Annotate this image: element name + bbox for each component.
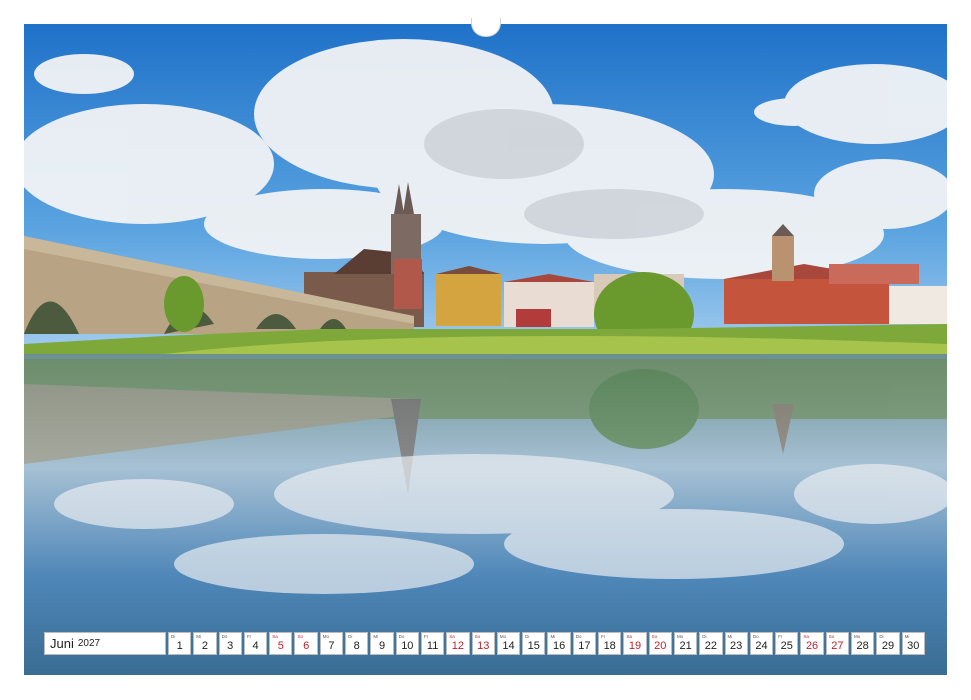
calendar-day: Mo 21 bbox=[673, 632, 698, 655]
weekday-abbr: Sa bbox=[626, 634, 632, 639]
weekday-abbr: Do bbox=[221, 634, 228, 639]
weekday-abbr: Sa bbox=[803, 634, 809, 639]
day-number: 29 bbox=[881, 640, 895, 652]
weekday-abbr: Do bbox=[398, 634, 405, 639]
day-number: 15 bbox=[527, 640, 540, 652]
calendar-day: Mo 14 bbox=[496, 632, 521, 655]
day-number: 2 bbox=[201, 640, 208, 652]
weekday-abbr: Do bbox=[575, 634, 582, 639]
calendar-day: So 27 bbox=[825, 632, 850, 655]
weekday-abbr: Mi bbox=[904, 634, 910, 639]
weekday-abbr: Fr bbox=[246, 634, 252, 639]
calendar-day: Fr 4 bbox=[243, 632, 268, 655]
day-number: 10 bbox=[401, 640, 414, 652]
day-number: 22 bbox=[704, 640, 717, 652]
calendar-day: Mo 28 bbox=[851, 632, 875, 655]
calendar-day: Di 29 bbox=[876, 632, 900, 655]
day-number: 12 bbox=[451, 640, 465, 652]
weekday-abbr: Di bbox=[171, 634, 176, 639]
weekday-abbr: Mi bbox=[550, 634, 556, 639]
day-number: 20 bbox=[654, 640, 667, 652]
calendar-day: Mi 16 bbox=[547, 632, 571, 655]
day-number: 7 bbox=[328, 640, 335, 652]
river-town-scene bbox=[24, 24, 947, 675]
day-number: 24 bbox=[755, 640, 768, 652]
calendar-day: Di 15 bbox=[522, 632, 546, 655]
calendar-day: So 6 bbox=[294, 632, 318, 655]
day-number: 9 bbox=[378, 640, 386, 652]
calendar-day: So 13 bbox=[471, 632, 495, 655]
day-number: 26 bbox=[805, 640, 819, 652]
calendar-day: Sa 26 bbox=[800, 632, 824, 655]
calendar-day: Do 3 bbox=[218, 632, 242, 655]
day-number: 13 bbox=[477, 640, 490, 652]
day-number: 25 bbox=[780, 640, 793, 652]
calendar-day: Do 17 bbox=[572, 632, 597, 655]
calendar-day: Mi 30 bbox=[901, 632, 925, 655]
weekday-abbr: Di bbox=[348, 634, 353, 639]
weekday-abbr: Mo bbox=[499, 634, 507, 639]
day-number: 4 bbox=[252, 640, 259, 652]
calendar-day: Do 10 bbox=[395, 632, 419, 655]
calendar-day: Sa 12 bbox=[446, 632, 470, 655]
calendar-day: Mi 9 bbox=[370, 632, 394, 655]
calendar-day: Fr 25 bbox=[775, 632, 799, 655]
calendar-day: Mi 2 bbox=[193, 632, 217, 655]
day-number: 6 bbox=[303, 640, 310, 652]
weekday-abbr: Fr bbox=[601, 634, 606, 639]
day-number: 11 bbox=[426, 640, 439, 652]
day-number: 1 bbox=[176, 640, 183, 652]
year-label: 2027 bbox=[77, 638, 101, 649]
day-number: 21 bbox=[679, 640, 692, 652]
month-label-box: Juni 2027 bbox=[44, 632, 166, 655]
weekday-abbr: Fr bbox=[778, 634, 783, 639]
weekday-abbr: Sa bbox=[272, 634, 278, 639]
weekday-abbr: So bbox=[828, 634, 835, 639]
day-number: 16 bbox=[552, 640, 566, 652]
weekday-abbr: Sa bbox=[449, 634, 455, 639]
weekday-abbr: Mo bbox=[322, 634, 330, 639]
weekday-abbr: Mi bbox=[373, 634, 379, 639]
weekday-abbr: So bbox=[651, 634, 658, 639]
day-number: 3 bbox=[227, 640, 234, 652]
day-number: 8 bbox=[353, 640, 360, 652]
calendar-day: Mi 23 bbox=[724, 632, 748, 655]
calendar-day: So 20 bbox=[648, 632, 672, 655]
weekday-abbr: Mo bbox=[676, 634, 684, 639]
calendar-strip: Juni 2027 Di 1 Mi 2 Do 3 Fr 4 Sa 5 So 6 Mo 7 Di 8 Mi 9 Do 1… bbox=[44, 632, 925, 655]
calendar-day: Di 22 bbox=[699, 632, 723, 655]
calendar-photo bbox=[24, 24, 947, 675]
calendar-day: Fr 11 bbox=[420, 632, 445, 655]
calendar-day: Di 8 bbox=[345, 632, 369, 655]
calendar-day: Fr 18 bbox=[598, 632, 622, 655]
calendar-day: Sa 19 bbox=[623, 632, 647, 655]
day-number: 19 bbox=[628, 640, 642, 652]
weekday-abbr: Di bbox=[702, 634, 707, 639]
weekday-abbr: Fr bbox=[423, 634, 429, 639]
weekday-abbr: Mi bbox=[727, 634, 733, 639]
day-number: 30 bbox=[907, 640, 920, 652]
day-number: 17 bbox=[578, 640, 591, 652]
day-number: 14 bbox=[502, 640, 515, 652]
weekday-abbr: Mo bbox=[854, 634, 861, 639]
calendar-day: Do 24 bbox=[749, 632, 774, 655]
day-number: 28 bbox=[856, 640, 869, 652]
weekday-abbr: Do bbox=[752, 634, 759, 639]
weekday-abbr: Di bbox=[879, 634, 884, 639]
calendar-day: Mo 7 bbox=[319, 632, 344, 655]
weekday-abbr: So bbox=[297, 634, 303, 639]
calendar-day: Sa 5 bbox=[269, 632, 293, 655]
calendar-day: Di 1 bbox=[168, 632, 192, 655]
day-number: 18 bbox=[603, 640, 616, 652]
day-number: 23 bbox=[730, 640, 743, 652]
weekday-abbr: So bbox=[474, 634, 481, 639]
month-name: Juni bbox=[50, 636, 74, 651]
weekday-abbr: Di bbox=[525, 634, 530, 639]
day-number: 5 bbox=[277, 640, 284, 652]
day-number: 27 bbox=[831, 640, 844, 652]
weekday-abbr: Mi bbox=[196, 634, 202, 639]
